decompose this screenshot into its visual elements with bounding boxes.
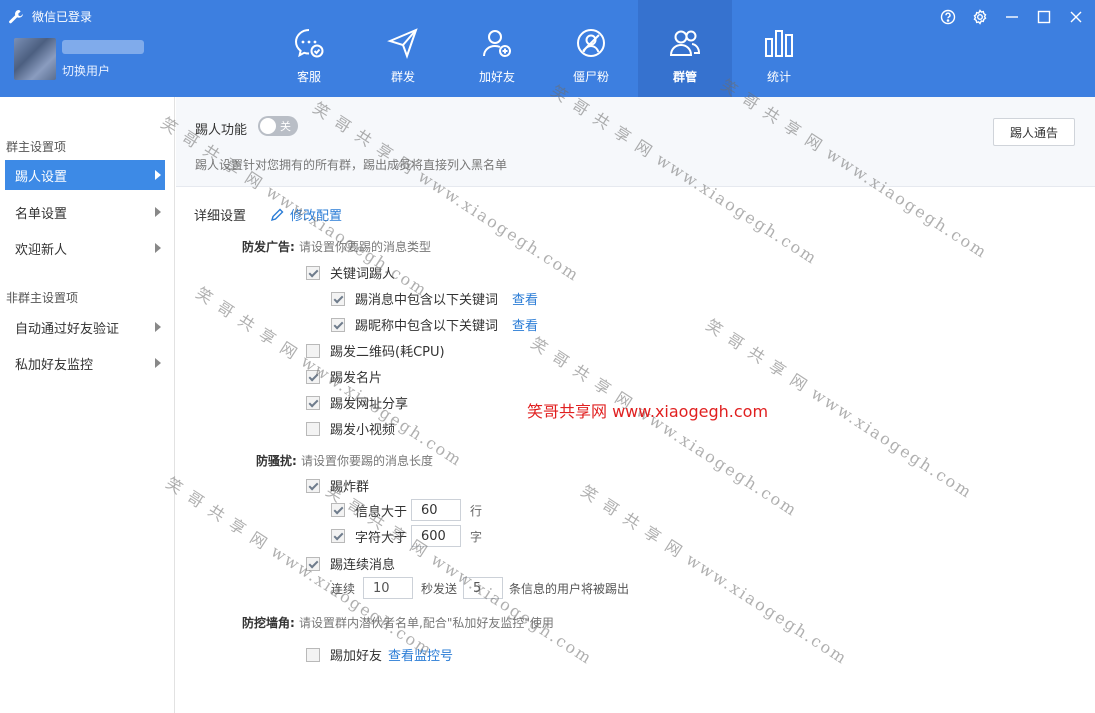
detail-settings-title: 详细设置 [194,209,247,224]
msg-keyword-checkbox[interactable] [331,291,345,306]
url-checkbox[interactable] [306,395,320,410]
add-user-icon [483,30,511,57]
sidebar-item-welcome[interactable]: 欢迎新人 [5,233,165,263]
qr-option[interactable]: 踢发二维码(耗CPU) [306,341,445,360]
option-label: 踢加好友 [330,649,383,664]
zombie-fan-icon [577,29,605,57]
sidebar-item-label: 名单设置 [15,206,68,222]
kick-notice-button[interactable]: 踢人通告 [993,118,1075,146]
sidebar-group-owner: 群主设置项 [6,140,67,154]
nav-customer-service[interactable]: 客服 [262,0,356,97]
anti-harass-hint: 请设置你要踢的消息长度 [301,454,434,468]
help-icon [940,9,956,25]
window-controls [939,8,1085,26]
sidebar-item-friend-monitor[interactable]: 私加好友监控 [5,348,165,378]
sidebar: 群主设置项 踢人设置 名单设置 欢迎新人 非群主设置项 自动通过好友验证 私加好… [0,97,175,713]
char-count-checkbox[interactable] [331,529,345,543]
anti-ad-label: 防发广告: [242,240,295,254]
gear-icon [973,9,987,25]
minimize-button[interactable] [1003,8,1021,26]
send-icon [387,28,418,59]
toggle-label: 关 [280,120,291,133]
nav-label: 群发 [390,70,415,84]
sidebar-item-label: 自动通过好友验证 [15,321,120,337]
anti-harass-section: 防骚扰: 请设置你要踢的消息长度 [256,452,433,469]
chevron-right-icon [155,207,161,217]
bomb-checkbox[interactable] [306,478,320,493]
sidebar-item-label: 私加好友监控 [15,357,94,373]
chevron-right-icon [155,358,161,368]
nav-add-friend[interactable]: 加好友 [450,0,544,97]
toggle-knob [260,118,276,134]
watermark: 笑 哥 共 享 网 www.xiaogegh.com [577,481,852,669]
sidebar-item-label: 欢迎新人 [15,242,68,258]
chevron-right-icon [155,322,161,332]
nick-keyword-checkbox[interactable] [331,317,345,332]
unit-label: 字 [470,529,483,544]
watermark: 笑 哥 共 享 网 www.xiaogegh.com [192,283,467,471]
msg-keyword-option[interactable]: 踢消息中包含以下关键词 查看 [331,289,538,308]
app-title-text: 微信已登录 [32,10,93,24]
close-button[interactable] [1067,8,1085,26]
wrench-icon [9,9,23,23]
option-label: 踢消息中包含以下关键词 [355,293,499,308]
nav-broadcast[interactable]: 群发 [356,0,450,97]
msg-lines-input[interactable]: 60 [411,499,462,521]
view-nick-keywords-link[interactable]: 查看 [512,315,538,334]
video-checkbox[interactable] [306,421,320,436]
center-watermark: 笑哥共享网 www.xiaogegh.com [527,402,769,421]
anti-harass-label: 防骚扰: [256,454,297,468]
add-friend-checkbox[interactable] [306,647,320,662]
chevron-right-icon [155,170,161,180]
cont-suffix: 条信息的用户将被踢出 [509,581,630,596]
unit-label: 行 [470,503,483,518]
sidebar-group-non-owner: 非群主设置项 [6,291,79,305]
anti-poach-label: 防挖墙角: [242,616,295,630]
settings-button[interactable] [971,8,989,26]
sidebar-item-list-settings[interactable]: 名单设置 [5,197,165,227]
help-button[interactable] [939,8,957,26]
nick-keyword-option[interactable]: 踢昵称中包含以下关键词 查看 [331,315,538,334]
switch-user-link[interactable]: 切换用户 [62,62,110,79]
app-title: 微信已登录 [8,8,92,25]
nav-label: 加好友 [478,70,515,84]
title-bar: 微信已登录 切换用户 客服 群发 加好友 僵尸粉 群管 统计 [0,0,1095,97]
view-msg-keywords-link[interactable]: 查看 [512,289,538,308]
sidebar-item-label: 踢人设置 [15,169,68,185]
keyword-kick-checkbox[interactable] [306,265,320,280]
nav-group-manage[interactable]: 群管 [638,0,732,97]
avatar[interactable] [14,38,56,80]
maximize-icon [1037,10,1051,24]
option-label: 踢发二维码(耗CPU) [330,345,445,360]
nav-label: 统计 [766,70,791,84]
sidebar-item-auto-accept[interactable]: 自动通过好友验证 [5,312,165,342]
chat-icon [294,29,324,58]
chevron-right-icon [155,243,161,253]
username-blurred [62,40,144,54]
minimize-icon [1006,16,1018,18]
nav-label: 僵尸粉 [572,70,609,84]
maximize-button[interactable] [1035,8,1053,26]
option-label: 踢连续消息 [330,558,396,573]
nav-label: 客服 [296,70,321,84]
group-manage-icon [669,30,701,56]
close-icon [1070,11,1082,23]
option-label: 踢昵称中包含以下关键词 [355,319,499,334]
cont-seconds-input[interactable]: 10 [363,577,414,599]
kick-function-toggle[interactable]: 关 [258,116,298,136]
nav-label: 群管 [672,70,697,84]
sidebar-item-kick-settings[interactable]: 踢人设置 [5,160,165,190]
stats-icon [765,30,793,57]
